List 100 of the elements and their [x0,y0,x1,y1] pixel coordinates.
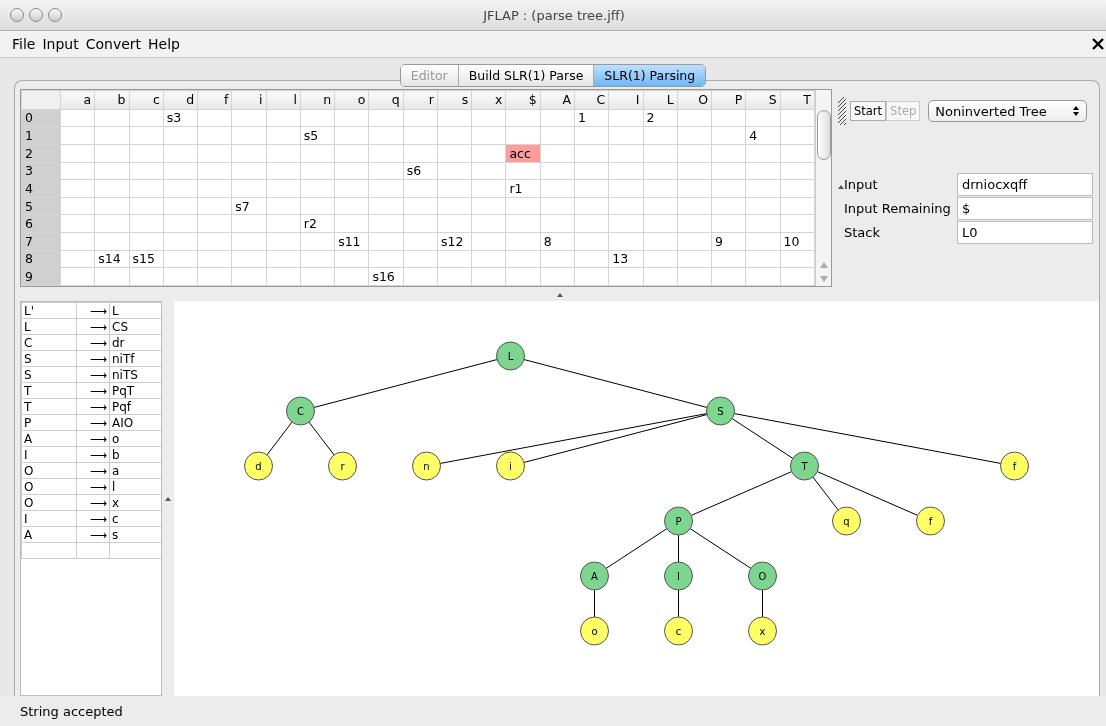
caret-icon[interactable] [556,293,563,297]
view-dropdown[interactable]: Noninverted Tree [928,100,1088,122]
table-cell: A [21,526,77,543]
tree-node: O [748,561,777,591]
caret-icon[interactable] [838,185,844,189]
scroll-thumb[interactable] [816,110,831,160]
tree-node: o [580,616,609,646]
table-cell: S [21,350,77,367]
table-cell: s6 [403,162,438,180]
table-cell: I [21,510,77,527]
table-cell: ⟶ [76,430,110,447]
minimize-icon[interactable] [29,8,43,22]
column-header: C [574,90,609,110]
tab[interactable]: SLR(1) Parsing [593,65,706,86]
tab[interactable]: Build SLR(1) Parse [457,65,594,86]
column-header: O [677,90,712,110]
tree-node: T [790,451,819,481]
table-cell: ⟶ [76,318,110,335]
table-cell: T [21,398,77,415]
tree-node: c [664,616,693,646]
table-cell: A [21,430,77,447]
table-cell: 9 [711,232,746,251]
table-cell: ⟶ [76,350,110,367]
input-field[interactable]: L0 [957,221,1093,244]
table-cell: s14 [94,250,130,268]
tree-edge [762,589,763,618]
column-header: b [94,90,130,110]
table-cell: L [109,302,161,319]
close-icon[interactable] [1092,38,1104,50]
field-label: Input [844,176,879,194]
tree-node: L [496,341,525,371]
tree-edge [689,528,752,569]
status-text: String accepted [20,703,123,719]
tree-edge [678,534,679,563]
scroll-down-icon[interactable] [818,275,829,283]
column-header: P [711,90,746,110]
table-cell: ⟶ [76,462,110,479]
tree-node: f [1000,451,1029,481]
table-cell: 10 [780,232,815,251]
menu-item[interactable]: Help [148,36,180,52]
column-header: T [780,90,815,110]
zoom-icon[interactable] [48,8,62,22]
column-header: L [643,90,678,110]
table-cell: ⟶ [76,446,110,463]
tree-node: P [664,506,693,536]
menu-item[interactable]: File [12,36,36,52]
toolbar-button[interactable]: Start [850,101,887,121]
input-field[interactable]: $ [957,197,1093,220]
caret-icon[interactable] [165,496,171,501]
column-header: d [163,90,198,110]
table-cell: ⟶ [76,334,110,351]
table-cell: 1 [574,109,609,127]
table-cell: I [21,446,77,463]
table-cell: 8 [540,232,575,251]
tree-edge [594,589,595,618]
tree-edge [605,528,668,569]
column-header: c [129,90,164,110]
table-cell: ⟶ [76,414,110,431]
table-cell: ⟶ [76,382,110,399]
column-header: a [60,90,95,110]
table-cell: L' [21,302,77,319]
table-cell: niTf [109,350,161,367]
tree-node: C [286,396,315,426]
column-header: x [471,90,506,110]
table-cell: ⟶ [76,302,110,319]
table-cell: C [21,334,77,351]
table-cell: ⟶ [76,398,110,415]
table-cell: ⟶ [76,494,110,511]
menu-item[interactable]: Convert [85,36,142,52]
tree-edge [678,589,679,618]
table-cell: s16 [368,267,404,286]
grip-icon[interactable] [838,97,846,125]
tree-node: f [916,506,945,536]
menu-item[interactable]: Input [42,36,79,52]
scrollbar[interactable] [815,90,831,286]
column-header: r [403,90,438,110]
column-header: f [197,90,232,110]
table-cell: S [21,366,77,383]
column-header: S [745,90,781,110]
input-field[interactable]: drniocxqff [957,173,1093,196]
table-cell: ⟶ [76,526,110,543]
table-cell: ⟶ [76,366,110,383]
window-title: JFLAP : (parse tree.jff) [481,7,626,23]
column-header: I [608,90,643,110]
table-cell: O [21,494,77,511]
tree-node: S [706,396,735,426]
tree-node: q [832,506,861,536]
scroll-up-icon[interactable] [818,261,829,269]
tree-node: r [328,451,357,481]
updown-icon [1072,105,1081,117]
tree-edge [308,421,335,456]
field-label: Input Remaining [844,200,952,218]
tree-node: n [412,451,441,481]
table-cell: Pqf [109,398,161,415]
tree-node: x [748,616,777,646]
column-header: q [368,90,404,110]
table-cell: P [21,414,77,431]
table-cell: r1 [505,179,541,198]
tree-node: i [496,451,525,481]
table-cell: dr [109,334,161,351]
